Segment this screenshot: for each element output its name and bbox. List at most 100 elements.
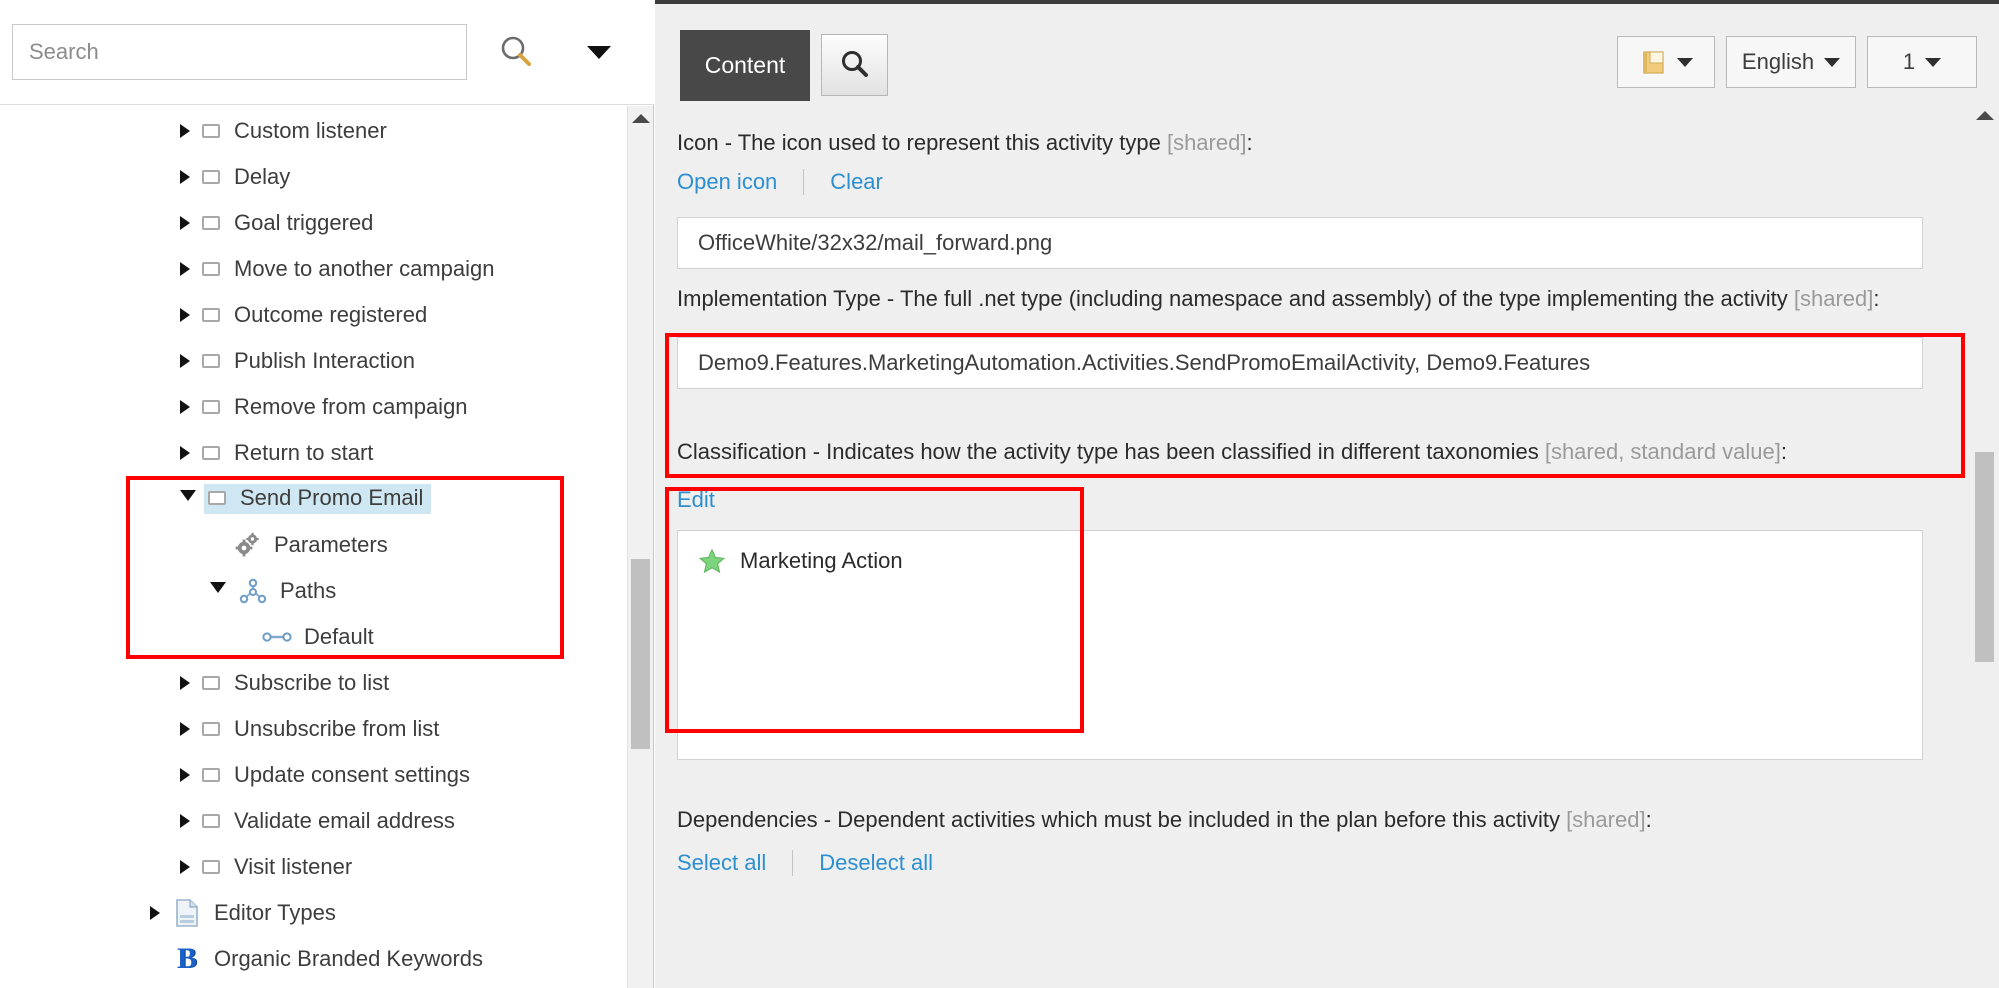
classification-item-label: Marketing Action bbox=[740, 548, 903, 573]
deselect-all-link[interactable]: Deselect all bbox=[819, 850, 933, 876]
dependencies-actions: Select all Deselect all bbox=[677, 850, 933, 876]
chevron-right-icon[interactable] bbox=[180, 768, 190, 782]
chevron-down-icon bbox=[1925, 57, 1942, 67]
square-icon bbox=[202, 814, 220, 828]
classification-list: Marketing Action bbox=[677, 530, 1923, 760]
content-scroll-up-arrow-icon[interactable] bbox=[1975, 111, 1994, 120]
tab-content[interactable]: Content bbox=[680, 30, 810, 101]
implementation-type-input[interactable]: Demo9.Features.MarketingAutomation.Activ… bbox=[677, 337, 1923, 389]
clear-icon-link[interactable]: Clear bbox=[830, 169, 883, 195]
tree-item-delay[interactable]: Delay bbox=[0, 154, 627, 200]
chevron-right-icon[interactable] bbox=[180, 676, 190, 690]
implementation-type-label: Implementation Type - The full .net type… bbox=[677, 286, 1880, 311]
chevron-right-icon[interactable] bbox=[180, 722, 190, 736]
right-panel: Content English 1 Icon - The icon used t… bbox=[655, 0, 1999, 988]
content-scrollbar[interactable] bbox=[1970, 105, 1999, 988]
dependencies-label-text: Dependencies - Dependent activities whic… bbox=[677, 807, 1567, 832]
tree-item-label: Validate email address bbox=[234, 808, 455, 833]
chevron-right-icon[interactable] bbox=[180, 354, 190, 368]
tree-item-content: Default bbox=[262, 623, 374, 651]
dependencies-label-colon: : bbox=[1645, 807, 1652, 832]
chevron-right-icon[interactable] bbox=[180, 814, 190, 828]
classification-label: Classification - Indicates how the activ… bbox=[677, 439, 1787, 464]
tree-item-paths[interactable]: Paths bbox=[0, 568, 627, 614]
tree-item-content: Unsubscribe from list bbox=[202, 718, 439, 740]
tree-item-remove-from-campaign[interactable]: Remove from campaign bbox=[0, 384, 627, 430]
tree-item-parameters[interactable]: Parameters bbox=[0, 522, 627, 568]
square-icon bbox=[202, 446, 220, 460]
square-icon bbox=[202, 676, 220, 690]
classification-label-colon: : bbox=[1780, 439, 1787, 464]
chevron-down-icon bbox=[1677, 57, 1693, 67]
chevron-right-icon[interactable] bbox=[180, 400, 190, 414]
chevron-right-icon[interactable] bbox=[150, 906, 160, 920]
square-icon bbox=[202, 170, 220, 184]
language-dropdown-button[interactable]: English bbox=[1726, 36, 1856, 88]
chevron-right-icon[interactable] bbox=[180, 308, 190, 322]
chevron-right-icon[interactable] bbox=[180, 124, 190, 138]
tree-item-editor-types[interactable]: Editor Types bbox=[0, 890, 627, 936]
tree-item-content: Subscribe to list bbox=[202, 672, 389, 694]
tree-scroll-up-arrow-icon[interactable] bbox=[631, 114, 650, 123]
search-input[interactable] bbox=[12, 24, 467, 80]
chevron-right-icon[interactable] bbox=[180, 860, 190, 874]
tree-item-content: Outcome registered bbox=[202, 304, 427, 326]
tree-item-visit-listener[interactable]: Visit listener bbox=[0, 844, 627, 890]
tree-item-content: Validate email address bbox=[202, 810, 455, 832]
search-options-chevron-down-icon[interactable] bbox=[587, 45, 611, 59]
document-icon bbox=[176, 899, 198, 927]
classification-edit-link[interactable]: Edit bbox=[677, 487, 715, 512]
chevron-right-icon[interactable] bbox=[180, 446, 190, 460]
tree-item-update-consent-settings[interactable]: Update consent settings bbox=[0, 752, 627, 798]
square-icon bbox=[208, 491, 226, 505]
tree-item-outcome-registered[interactable]: Outcome registered bbox=[0, 292, 627, 338]
tree-item-label: Publish Interaction bbox=[234, 348, 415, 373]
select-all-link[interactable]: Select all bbox=[677, 850, 766, 876]
tree-item-move-to-another-campaign[interactable]: Move to another campaign bbox=[0, 246, 627, 292]
tree-item-send-promo-email[interactable]: Send Promo Email bbox=[0, 476, 627, 522]
open-icon-link[interactable]: Open icon bbox=[677, 169, 777, 195]
square-icon bbox=[202, 768, 220, 782]
tree-item-label: Outcome registered bbox=[234, 302, 428, 327]
chevron-down-icon[interactable] bbox=[210, 582, 226, 600]
chevron-right-icon[interactable] bbox=[180, 170, 190, 184]
link-icon bbox=[262, 632, 292, 642]
list-item[interactable]: Marketing Action bbox=[698, 547, 1902, 575]
tree-item-organic-branded-keywords[interactable]: B Organic Branded Keywords bbox=[0, 936, 627, 982]
notebook-dropdown-button[interactable] bbox=[1617, 36, 1715, 88]
tree-item-label: Editor Types bbox=[214, 900, 336, 925]
tree-item-goal-triggered[interactable]: Goal triggered bbox=[0, 200, 627, 246]
gears-icon bbox=[235, 532, 259, 557]
icon-path-input[interactable]: OfficeWhite/32x32/mail_forward.png bbox=[677, 217, 1923, 269]
content-scrollbar-thumb[interactable] bbox=[1975, 452, 1994, 662]
tree-item-return-to-start[interactable]: Return to start bbox=[0, 430, 627, 476]
tree-scrollbar[interactable] bbox=[627, 106, 653, 988]
chevron-right-icon[interactable] bbox=[180, 262, 190, 276]
b-logo-icon: B bbox=[176, 942, 197, 975]
content-search-button[interactable] bbox=[821, 34, 888, 96]
implementation-type-label-colon: : bbox=[1873, 286, 1880, 311]
chevron-right-icon[interactable] bbox=[180, 216, 190, 230]
version-dropdown-button[interactable]: 1 bbox=[1867, 36, 1977, 88]
tree-item-subscribe-to-list[interactable]: Subscribe to list bbox=[0, 660, 627, 706]
tree-item-content: Send Promo Email bbox=[204, 484, 432, 514]
tree-item-publish-interaction[interactable]: Publish Interaction bbox=[0, 338, 627, 384]
tree-item-icon-slot bbox=[238, 577, 268, 605]
tree-item-label: Unsubscribe from list bbox=[234, 716, 440, 741]
search-icon[interactable] bbox=[493, 29, 539, 75]
square-icon bbox=[202, 354, 220, 368]
tree-item-label: Visit listener bbox=[234, 854, 353, 879]
chevron-down-icon[interactable] bbox=[180, 490, 196, 508]
tree-scrollbar-thumb[interactable] bbox=[631, 559, 650, 749]
tree-item-icon-slot bbox=[262, 623, 292, 651]
tree-item-default[interactable]: Default bbox=[0, 614, 627, 660]
tree-item-label: Default bbox=[304, 624, 374, 649]
tree-item-label: Update consent settings bbox=[234, 762, 471, 787]
implementation-type-shared-tag: [shared] bbox=[1793, 286, 1874, 311]
tree-item-validate-email-address[interactable]: Validate email address bbox=[0, 798, 627, 844]
tree-item-label: Return to start bbox=[234, 440, 374, 465]
tree-item-content: Return to start bbox=[202, 442, 373, 464]
tree-item-label: Move to another campaign bbox=[234, 256, 495, 281]
tree-item-custom-listener[interactable]: Custom listener bbox=[0, 108, 627, 154]
tree-item-unsubscribe-from-list[interactable]: Unsubscribe from list bbox=[0, 706, 627, 752]
